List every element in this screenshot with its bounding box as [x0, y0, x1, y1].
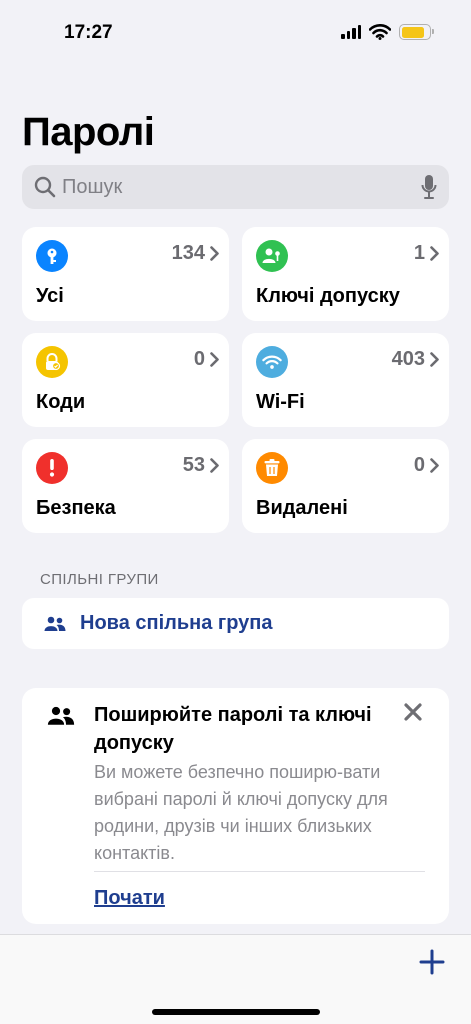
- tile-count: 0: [194, 348, 219, 371]
- new-shared-group-label: Нова спільна група: [80, 612, 273, 634]
- tile-label: Коди: [36, 391, 86, 413]
- people-icon: [47, 706, 75, 725]
- plus-icon[interactable]: [417, 947, 447, 977]
- microphone-icon[interactable]: [421, 174, 437, 200]
- get-started-link[interactable]: Почати: [94, 887, 165, 910]
- chevron-right-icon: [210, 352, 219, 367]
- search-icon: [34, 176, 56, 198]
- card-title: Поширюйте паролі та ключі допуску: [94, 704, 372, 754]
- share-promo-card: Поширюйте паролі та ключі допуску Ви мож…: [22, 688, 449, 924]
- tile-count: 1: [414, 242, 439, 265]
- chevron-right-icon: [430, 458, 439, 473]
- tile-codes[interactable]: 0 Коди: [22, 333, 229, 427]
- search-field[interactable]: Пошук: [22, 165, 449, 209]
- search-placeholder: Пошук: [62, 175, 123, 198]
- tile-security[interactable]: 53 Безпека: [22, 439, 229, 533]
- trash-icon: [256, 452, 288, 484]
- lock-check-icon: [36, 346, 68, 378]
- chevron-right-icon: [210, 246, 219, 261]
- tile-label: Безпека: [36, 497, 116, 519]
- battery-icon: [399, 24, 434, 40]
- battery-level: [401, 26, 425, 38]
- tile-label: Ключі допуску: [256, 285, 400, 307]
- divider: [94, 871, 425, 872]
- tile-count: 134: [172, 242, 219, 265]
- card-body: Ви можете безпечно поширю-вати вибрані п…: [94, 762, 388, 863]
- passkey-person-icon: [256, 240, 288, 272]
- status-bar: 17:27: [0, 0, 471, 60]
- tile-wifi[interactable]: 403 Wi-Fi: [242, 333, 449, 427]
- tile-all[interactable]: 134 Усі: [22, 227, 229, 321]
- new-shared-group-button[interactable]: Нова спільна група: [22, 598, 449, 649]
- exclamation-icon: [36, 452, 68, 484]
- wifi-status-icon: [369, 24, 391, 40]
- tile-label: Wi-Fi: [256, 391, 305, 413]
- tile-count: 0: [414, 454, 439, 477]
- chevron-right-icon: [430, 352, 439, 367]
- tile-deleted[interactable]: 0 Видалені: [242, 439, 449, 533]
- tile-count: 53: [183, 454, 219, 477]
- chevron-right-icon: [430, 246, 439, 261]
- key-icon: [36, 240, 68, 272]
- wifi-icon: [256, 346, 288, 378]
- people-icon: [44, 616, 66, 631]
- cellular-signal-icon: [341, 25, 361, 39]
- tile-count: 403: [392, 348, 439, 371]
- home-indicator: [152, 1009, 320, 1015]
- tile-label: Усі: [36, 285, 64, 307]
- section-header-shared-groups: СПІЛЬНІ ГРУПИ: [40, 571, 159, 588]
- status-icons: [341, 24, 434, 40]
- tile-label: Видалені: [256, 497, 348, 519]
- page-title: Паролі: [22, 110, 155, 154]
- status-time: 17:27: [64, 22, 113, 43]
- chevron-right-icon: [210, 458, 219, 473]
- tile-passkeys[interactable]: 1 Ключі допуску: [242, 227, 449, 321]
